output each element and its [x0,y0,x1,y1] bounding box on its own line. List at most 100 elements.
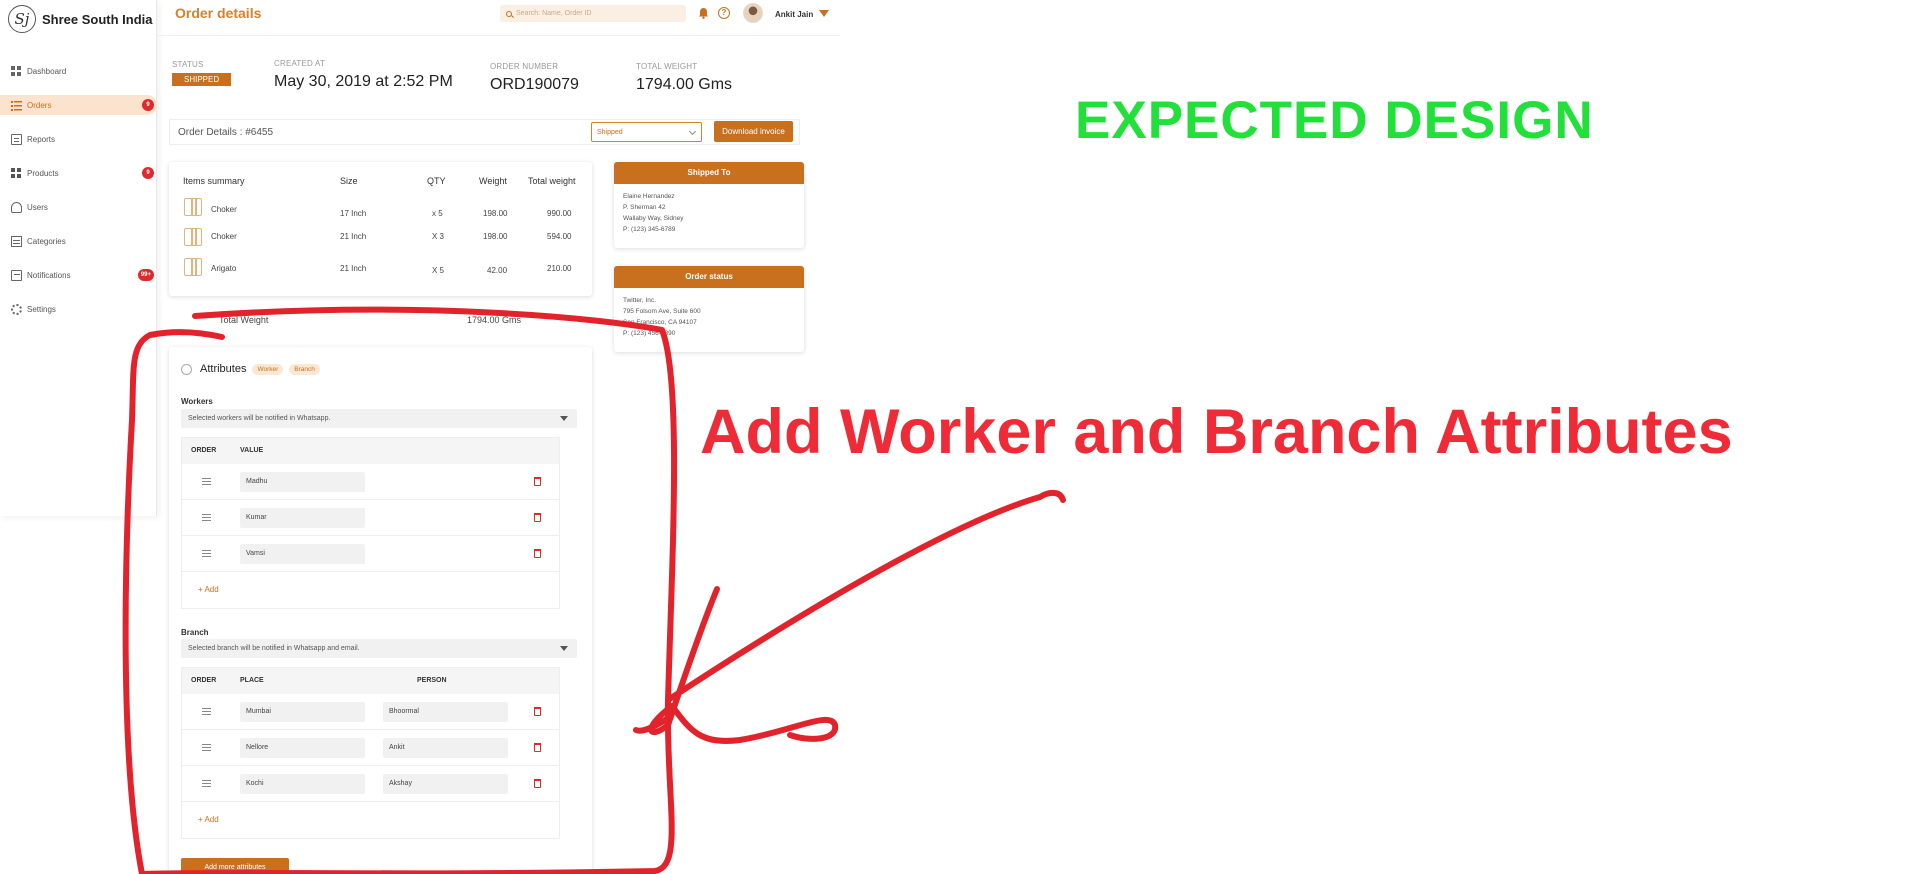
order-number-block: ORDER NUMBER ORD190079 [490,62,579,94]
brand[interactable]: Sj Shree South India [8,4,153,34]
branch-person-input[interactable]: Bhoormal [383,702,508,722]
column-header: VALUE [240,447,264,454]
trash-icon[interactable] [534,477,541,486]
product-thumbnail [184,258,202,276]
column-header: Total weight [528,176,576,186]
avatar[interactable] [743,3,763,23]
dashboard-icon [11,65,22,77]
chevron-down-icon[interactable] [819,10,829,17]
table-row[interactable]: Choker 17 Inch x 5 198.00 990.00 [169,198,592,226]
branch-place-input[interactable]: Kochi [240,774,365,794]
screenshot-canvas: Sj Shree South India Dashboard Orders 9 … [0,0,1920,874]
branch-row: Mumbai Bhoormal [182,694,559,730]
branch-select[interactable]: Selected branch will be notified in What… [181,639,577,658]
column-header: Items summary [183,176,245,186]
add-worker-button[interactable]: + Add [198,585,219,594]
workers-label: Workers [181,397,213,406]
status-select[interactable]: Shipped [591,122,702,142]
total-weight-value: 1794.00 Gms [636,76,733,93]
sidebar-item-dashboard[interactable]: Dashboard [0,61,157,81]
add-more-attributes-button[interactable]: Add more attributes [181,858,289,874]
sidebar-item-label: Dashboard [27,66,67,76]
gear-icon [11,303,22,315]
table-row[interactable]: Arigato 21 Inch X 5 42.00 210.00 [169,258,592,286]
branch-place-input[interactable]: Mumbai [240,702,365,722]
sidebar-item-products[interactable]: Products 9 [0,163,157,183]
total-weight-row-value: 1794.00 Gms [467,315,522,325]
order-number-label: ORDER NUMBER [490,62,559,71]
item-weight: 42.00 [487,266,508,275]
attributes-radio[interactable] [181,363,192,375]
workers-select-value: Selected workers will be notified in Wha… [188,415,331,422]
branch-chip[interactable]: Branch [289,363,320,375]
address-line: P: (123) 345-6789 [623,226,676,233]
worker-value-input[interactable]: Kumar [240,508,365,528]
category-icon [11,235,22,247]
drag-handle-icon[interactable] [202,514,211,521]
address-line: P. Sherman 42 [623,204,666,211]
item-size: 17 Inch [340,209,367,218]
branch-row: Nellore Ankit [182,730,559,766]
worker-row: Vamsi [182,536,559,572]
address-line: P: (123) 456-7890 [623,330,676,337]
user-name[interactable]: Ankit Jain [775,10,813,19]
workers-select[interactable]: Selected workers will be notified in Wha… [181,409,577,428]
drag-handle-icon[interactable] [202,478,211,485]
branch-table-header: ORDER PLACE PERSON [182,668,559,694]
search-icon [506,10,512,17]
shipped-to-card: Shipped To Elaine Hernandez P. Sherman 4… [614,162,804,248]
trash-icon[interactable] [534,707,541,716]
sidebar-item-notifications[interactable]: Notifications 99+ [0,265,157,285]
column-header: PERSON [417,677,447,684]
annotation-note: Add Worker and Branch Attributes [700,397,1733,467]
total-weight-row: Total Weight 1794.00 Gms [169,303,592,325]
drag-handle-icon[interactable] [202,550,211,557]
sidebar: Sj Shree South India Dashboard Orders 9 … [0,0,157,516]
table-row[interactable]: Choker 21 Inch X 3 198.00 594.00 [169,228,592,256]
sidebar-item-orders[interactable]: Orders 9 [0,95,157,115]
notification-icon [11,269,22,281]
shipped-to-title: Shipped To [614,162,804,184]
sidebar-item-label: Products [27,168,59,178]
page-title: Order details [175,5,262,21]
product-thumbnail [184,198,202,216]
workers-table-header: ORDER VALUE [182,438,559,464]
trash-icon[interactable] [534,513,541,522]
trash-icon[interactable] [534,743,541,752]
add-branch-button[interactable]: + Add [198,815,219,824]
worker-value-input[interactable]: Vamsi [240,544,365,564]
products-count-badge: 9 [142,167,154,179]
status-badge: SHIPPED [172,73,232,86]
sidebar-item-label: Settings [27,304,56,314]
branch-add-row: + Add [182,802,559,838]
download-invoice-button[interactable]: Download invoice [714,121,793,142]
search-placeholder: Search: Name, Order ID [516,10,592,17]
column-header: QTY [427,176,446,186]
branch-table: ORDER PLACE PERSON Mumbai Bhoormal Nello… [181,667,560,839]
search-input[interactable]: Search: Name, Order ID [500,5,686,22]
order-number-value: ORD190079 [490,76,579,93]
drag-handle-icon[interactable] [202,744,211,751]
bell-icon[interactable] [698,7,709,19]
trash-icon[interactable] [534,779,541,788]
sidebar-item-reports[interactable]: Reports [0,129,157,149]
list-icon [11,99,22,111]
help-icon[interactable]: ? [718,7,730,19]
item-weight: 198.00 [483,232,508,241]
worker-value-input[interactable]: Madhu [240,472,365,492]
drag-handle-icon[interactable] [202,780,211,787]
drag-handle-icon[interactable] [202,708,211,715]
worker-chip[interactable]: Worker [252,363,284,375]
sidebar-item-settings[interactable]: Settings [0,299,157,319]
sidebar-item-categories[interactable]: Categories [0,231,157,251]
item-name: Choker [211,232,237,241]
address-line: San Francisco, CA 94107 [623,319,697,326]
branch-place-input[interactable]: Nellore [240,738,365,758]
branch-person-input[interactable]: Ankit [383,738,508,758]
sidebar-item-users[interactable]: Users [0,197,157,217]
trash-icon[interactable] [534,549,541,558]
order-status-address: Twitter, Inc. 795 Folsom Ave, Suite 600 … [614,288,804,346]
total-weight-block: TOTAL WEIGHT 1794.00 Gms [636,62,732,94]
address-line: Twitter, Inc. [623,297,656,304]
branch-person-input[interactable]: Akshay [383,774,508,794]
